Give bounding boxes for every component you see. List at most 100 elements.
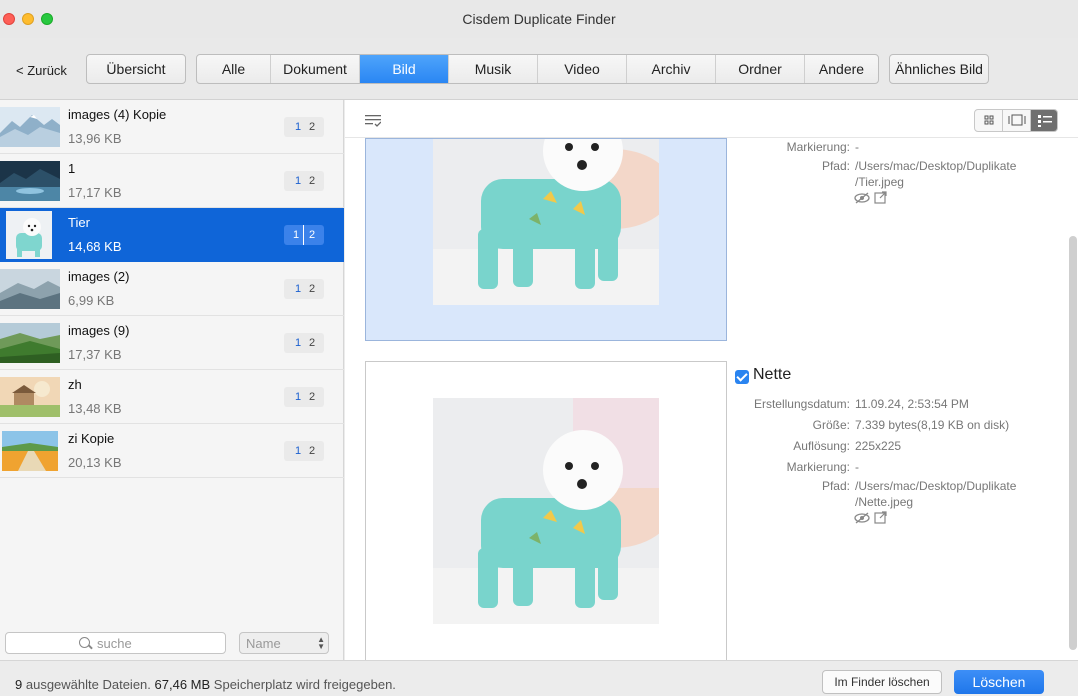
status-summary: 9 ausgewählte Dateien. 67,46 MB Speicher… (15, 677, 396, 692)
toolbar: < Zurück Übersicht Alle Dokument Bild Mu… (0, 38, 1078, 100)
mark-label: Markierung: (786, 140, 850, 154)
similar-image-button[interactable]: Ähnliches Bild (889, 54, 989, 84)
carousel-view-button[interactable] (1003, 110, 1031, 131)
lake-night-thumbnail (0, 161, 60, 201)
tab-image[interactable]: Bild (360, 55, 449, 83)
status-bar: 9 ausgewählte Dateien. 67,46 MB Speicher… (0, 660, 1078, 696)
created-label: Erstellungsdatum: (753, 397, 850, 411)
dog-thumbnail (6, 211, 52, 259)
tab-folder[interactable]: Ordner (716, 55, 805, 83)
eye-slash-icon[interactable] (854, 192, 870, 204)
chevron-updown-icon: ▲ ▼ (317, 635, 325, 651)
misty-hills-thumbnail (0, 269, 60, 309)
list-item[interactable]: images (4) Kopie 13,96 KB 12 (0, 100, 344, 154)
tab-other[interactable]: Andere (805, 55, 878, 83)
tab-document[interactable]: Dokument (271, 55, 360, 83)
count-badge: 12 (284, 117, 324, 137)
tab-all[interactable]: Alle (197, 55, 271, 83)
preview-header (345, 100, 1078, 138)
list-item-size: 17,17 KB (68, 185, 122, 200)
select-options-icon[interactable] (365, 115, 381, 127)
size-label: Größe: (812, 418, 850, 432)
category-tabs: Alle Dokument Bild Musik Video Archiv Or… (196, 54, 879, 84)
mark-value: - (855, 460, 859, 474)
freed-text: Speicherplatz wird freigegeben. (213, 677, 396, 692)
eye-slash-icon[interactable] (854, 512, 870, 524)
path-value: /Users/mac/Desktop/Duplikate (855, 159, 1017, 173)
list-item-size: 13,48 KB (68, 401, 122, 416)
list-item-name: 1 (68, 161, 76, 176)
view-mode-switch (974, 109, 1058, 132)
scrollbar[interactable] (1069, 236, 1077, 650)
path-label: Pfad: (821, 479, 850, 493)
freed-size: 67,46 MB (154, 677, 211, 692)
list-item-name: images (9) (68, 323, 130, 338)
search-icon (79, 637, 90, 648)
list-item-name: images (2) (68, 269, 130, 284)
resolution-label: Auflösung: (793, 439, 850, 453)
search-input[interactable]: suche (5, 632, 226, 654)
back-button[interactable]: < Zurück (16, 63, 67, 78)
cottage-thumbnail (0, 377, 60, 417)
list-item-size: 6,99 KB (68, 293, 115, 308)
created-value: 11.09.24, 2:53:54 PM (855, 397, 969, 411)
list-item-name: zh (68, 377, 82, 392)
title-bar: Cisdem Duplicate Finder (0, 0, 1078, 38)
dog-image (433, 139, 659, 305)
selected-count: 9 (15, 677, 23, 692)
search-placeholder: suche (97, 636, 132, 651)
grid-icon (984, 115, 994, 125)
tab-archive[interactable]: Archiv (627, 55, 716, 83)
overview-button[interactable]: Übersicht (86, 54, 186, 84)
preview-pane: Markierung: - Pfad: /Users/mac/Desktop/D… (345, 100, 1078, 661)
selected-text: ausgewählte Dateien. (25, 677, 151, 692)
mark-value: - (855, 140, 859, 154)
list-item-size: 14,68 KB (68, 239, 122, 254)
tea-field-thumbnail (0, 323, 60, 363)
open-external-icon[interactable] (874, 511, 887, 524)
path-value-continued: /Nette.jpeg (855, 495, 914, 509)
list-item[interactable]: zh 13,48 KB 12 (0, 370, 344, 424)
list-item[interactable]: Tier 14,68 KB 12 (0, 208, 344, 262)
snowy-mountains-thumbnail (0, 107, 60, 147)
count-badge: 12 (284, 225, 324, 245)
list-item-size: 20,13 KB (68, 455, 122, 470)
sort-select[interactable]: Name ▲ ▼ (239, 632, 329, 654)
file-title: Nette (753, 366, 792, 383)
list-item-name: Tier (68, 215, 90, 230)
list-item[interactable]: 1 17,17 KB 12 (0, 154, 344, 208)
list-item[interactable]: images (2) 6,99 KB 12 (0, 262, 344, 316)
count-badge: 12 (284, 441, 324, 461)
list-view-icon (1038, 115, 1052, 127)
list-view-button[interactable] (1031, 110, 1057, 131)
carousel-icon (1008, 114, 1026, 126)
sort-value: Name (246, 636, 281, 651)
resolution-value: 225x225 (855, 439, 902, 453)
list-item-name: zi Kopie (68, 431, 115, 446)
list-item[interactable]: zi Kopie 20,13 KB 12 (0, 424, 344, 478)
count-badge: 12 (284, 171, 324, 191)
size-value: 7.339 bytes(8,19 KB on disk) (855, 418, 1010, 432)
open-external-icon[interactable] (874, 191, 887, 204)
delete-button[interactable]: Löschen (954, 670, 1044, 694)
path-label: Pfad: (821, 159, 850, 173)
list-item[interactable]: images (9) 17,37 KB 12 (0, 316, 344, 370)
list-item-size: 17,37 KB (68, 347, 122, 362)
delete-in-finder-button[interactable]: Im Finder löschen (822, 670, 942, 694)
dog-image (433, 398, 659, 624)
list-item-name: images (4) Kopie (68, 107, 167, 122)
count-badge: 12 (284, 279, 324, 299)
select-checkbox[interactable] (735, 370, 749, 384)
tab-music[interactable]: Musik (449, 55, 538, 83)
window-title: Cisdem Duplicate Finder (462, 11, 616, 27)
path-value: /Users/mac/Desktop/Duplikate (855, 479, 1017, 493)
count-badge: 12 (284, 333, 324, 353)
count-badge: 12 (284, 387, 324, 407)
duplicate-group-list: images (4) Kopie 13,96 KB 12 1 17,17 KB … (0, 100, 344, 660)
list-item-size: 13,96 KB (68, 131, 122, 146)
path-value-continued: /Tier.jpeg (855, 175, 904, 189)
mark-label: Markierung: (786, 460, 850, 474)
flower-path-thumbnail (2, 431, 58, 471)
grid-view-button[interactable] (975, 110, 1003, 131)
tab-video[interactable]: Video (538, 55, 627, 83)
